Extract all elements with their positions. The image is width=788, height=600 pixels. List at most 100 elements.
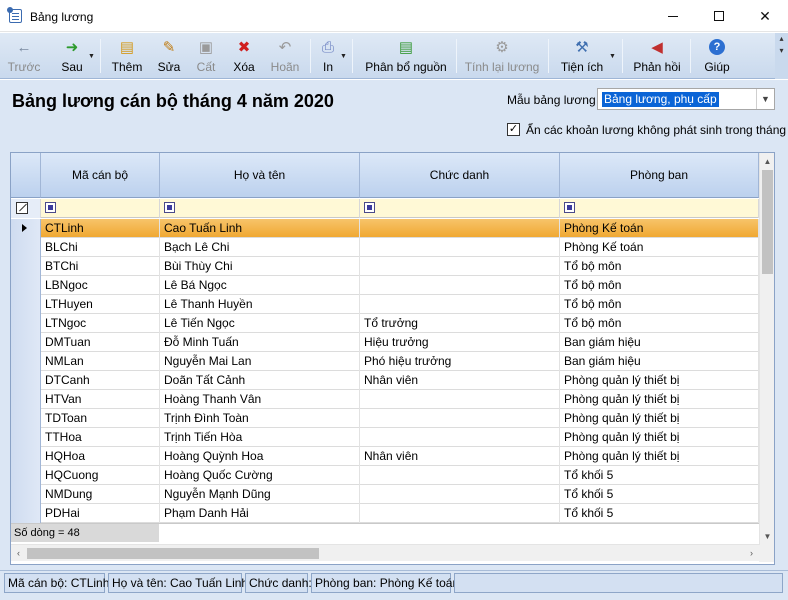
cell-staff-code[interactable]: HQHoa — [41, 447, 160, 466]
scroll-up-icon[interactable]: ▲ — [760, 153, 774, 170]
toolbar-back-button[interactable]: ← Trước — [4, 35, 44, 77]
toolbar-next-button[interactable]: ➜ Sau — [52, 35, 92, 77]
cell-department[interactable]: Phòng Kế toán — [560, 238, 759, 257]
row-indicator[interactable] — [11, 295, 41, 314]
cell-staff-code[interactable]: TDToan — [41, 409, 160, 428]
row-indicator[interactable] — [11, 333, 41, 352]
filter-cell-full-name[interactable] — [160, 199, 360, 218]
cell-title[interactable]: Phó hiệu trưởng — [360, 352, 560, 371]
toolbar-print-button[interactable]: ⎙ In — [316, 35, 340, 77]
filter-icon[interactable] — [45, 202, 56, 213]
filter-cell-department[interactable] — [560, 199, 759, 218]
clear-filter-icon[interactable] — [16, 202, 28, 214]
cell-department[interactable]: Tổ khối 5 — [560, 504, 759, 523]
chevron-down-icon[interactable]: ▼ — [88, 53, 95, 60]
cell-full-name[interactable]: Phạm Danh Hải — [160, 504, 360, 523]
cell-title[interactable] — [360, 466, 560, 485]
filter-icon[interactable] — [164, 202, 175, 213]
horizontal-scroll-thumb[interactable] — [27, 548, 319, 559]
cell-staff-code[interactable]: CTLinh — [41, 219, 160, 238]
cell-title[interactable] — [360, 409, 560, 428]
chevron-down-icon[interactable]: ▼ — [340, 53, 347, 60]
cell-department[interactable]: Ban giám hiệu — [560, 333, 759, 352]
row-indicator[interactable] — [11, 219, 41, 238]
cell-full-name[interactable]: Bạch Lê Chi — [160, 238, 360, 257]
row-indicator[interactable] — [11, 352, 41, 371]
cell-department[interactable]: Tổ bộ môn — [560, 257, 759, 276]
cell-department[interactable]: Tổ khối 5 — [560, 466, 759, 485]
cell-full-name[interactable]: Đỗ Minh Tuấn — [160, 333, 360, 352]
cell-full-name[interactable]: Hoàng Thanh Vân — [160, 390, 360, 409]
filter-icon[interactable] — [564, 202, 575, 213]
table-row[interactable]: HTVan Hoàng Thanh Vân Phòng quản lý thiết … — [11, 390, 759, 409]
table-row[interactable]: TTHoa Trịnh Tiến Hòa Phòng quản lý thiết b… — [11, 428, 759, 447]
cell-title[interactable] — [360, 504, 560, 523]
row-indicator[interactable] — [11, 390, 41, 409]
cell-staff-code[interactable]: PDHai — [41, 504, 160, 523]
cell-department[interactable]: Tổ bộ môn — [560, 295, 759, 314]
toolbar-delete-button[interactable]: ✖ Xóa — [228, 35, 260, 77]
cell-title[interactable]: Hiệu trưởng — [360, 333, 560, 352]
template-select[interactable]: Bảng lương, phụ cấp ▼ — [597, 88, 775, 110]
cell-title[interactable]: Nhân viên — [360, 371, 560, 390]
cell-staff-code[interactable]: NMLan — [41, 352, 160, 371]
vertical-scrollbar[interactable]: ▲ ▼ — [759, 153, 774, 545]
scroll-right-icon[interactable]: › — [744, 545, 759, 561]
cell-department[interactable]: Phòng Kế toán — [560, 219, 759, 238]
table-row[interactable]: HQHoa Hoàng Quỳnh Hoa Nhân viên Phòng quản … — [11, 447, 759, 466]
toolbar-save-button[interactable]: ▣ Cất — [190, 35, 222, 77]
table-row[interactable]: NMDung Nguyễn Mạnh Dũng Tổ khối 5 — [11, 485, 759, 504]
toolbar-help-button[interactable]: ? Giúp — [700, 35, 734, 77]
cell-full-name[interactable]: Lê Bá Ngọc — [160, 276, 360, 295]
row-indicator[interactable] — [11, 447, 41, 466]
toolbar-edit-button[interactable]: ✎ Sửa — [152, 35, 186, 77]
cell-department[interactable]: Tổ khối 5 — [560, 485, 759, 504]
table-row[interactable]: DMTuan Đỗ Minh Tuấn Hiệu trưởng Ban giám hi… — [11, 333, 759, 352]
filter-icon[interactable] — [364, 202, 375, 213]
cell-department[interactable]: Ban giám hiệu — [560, 352, 759, 371]
row-indicator[interactable] — [11, 466, 41, 485]
cell-staff-code[interactable]: TTHoa — [41, 428, 160, 447]
table-row[interactable]: NMLan Nguyễn Mai Lan Phó hiệu trưởng Ban gi… — [11, 352, 759, 371]
cell-staff-code[interactable]: LBNgoc — [41, 276, 160, 295]
toolbar-allocate-button[interactable]: ▤ Phân bổ nguồn — [362, 35, 450, 77]
cell-title[interactable] — [360, 428, 560, 447]
cell-title[interactable] — [360, 238, 560, 257]
cell-staff-code[interactable]: LTNgoc — [41, 314, 160, 333]
horizontal-scrollbar[interactable]: ‹ › — [11, 544, 759, 561]
cell-title[interactable]: Nhân viên — [360, 447, 560, 466]
row-indicator[interactable] — [11, 504, 41, 523]
toolbar-overflow-button[interactable]: ▴ ▾ — [775, 33, 788, 79]
filter-cell-title[interactable] — [360, 199, 560, 218]
cell-full-name[interactable]: Lê Thanh Huyền — [160, 295, 360, 314]
cell-title[interactable] — [360, 485, 560, 504]
cell-full-name[interactable]: Cao Tuấn Linh — [160, 219, 360, 238]
toolbar-add-button[interactable]: ▤ Thêm — [108, 35, 146, 77]
cell-department[interactable]: Phòng quản lý thiết bị — [560, 390, 759, 409]
table-row[interactable]: PDHai Phạm Danh Hải Tổ khối 5 — [11, 504, 759, 523]
cell-staff-code[interactable]: DMTuan — [41, 333, 160, 352]
cell-full-name[interactable]: Nguyễn Mai Lan — [160, 352, 360, 371]
row-indicator[interactable] — [11, 257, 41, 276]
chevron-down-icon[interactable]: ▼ — [609, 53, 616, 60]
cell-title[interactable] — [360, 295, 560, 314]
cell-department[interactable]: Phòng quản lý thiết bị — [560, 409, 759, 428]
cell-staff-code[interactable]: DTCanh — [41, 371, 160, 390]
cell-title[interactable]: Tổ trưởng — [360, 314, 560, 333]
row-indicator[interactable] — [11, 485, 41, 504]
row-indicator[interactable] — [11, 428, 41, 447]
row-indicator[interactable] — [11, 238, 41, 257]
cell-full-name[interactable]: Lê Tiến Ngọc — [160, 314, 360, 333]
cell-title[interactable] — [360, 276, 560, 295]
cell-department[interactable]: Tổ bộ môn — [560, 314, 759, 333]
table-row[interactable]: TDToan Trịnh Đình Toàn Phòng quản lý thiết… — [11, 409, 759, 428]
cell-staff-code[interactable]: LTHuyen — [41, 295, 160, 314]
cell-department[interactable]: Phòng quản lý thiết bị — [560, 447, 759, 466]
column-header-full-name[interactable]: Họ và tên — [160, 153, 360, 198]
row-indicator[interactable] — [11, 409, 41, 428]
cell-title[interactable] — [360, 257, 560, 276]
row-indicator[interactable] — [11, 371, 41, 390]
column-header-title[interactable]: Chức danh — [360, 153, 560, 198]
scroll-down-icon[interactable]: ▼ — [760, 528, 774, 545]
column-header-staff-code[interactable]: Mã cán bộ — [41, 153, 160, 198]
